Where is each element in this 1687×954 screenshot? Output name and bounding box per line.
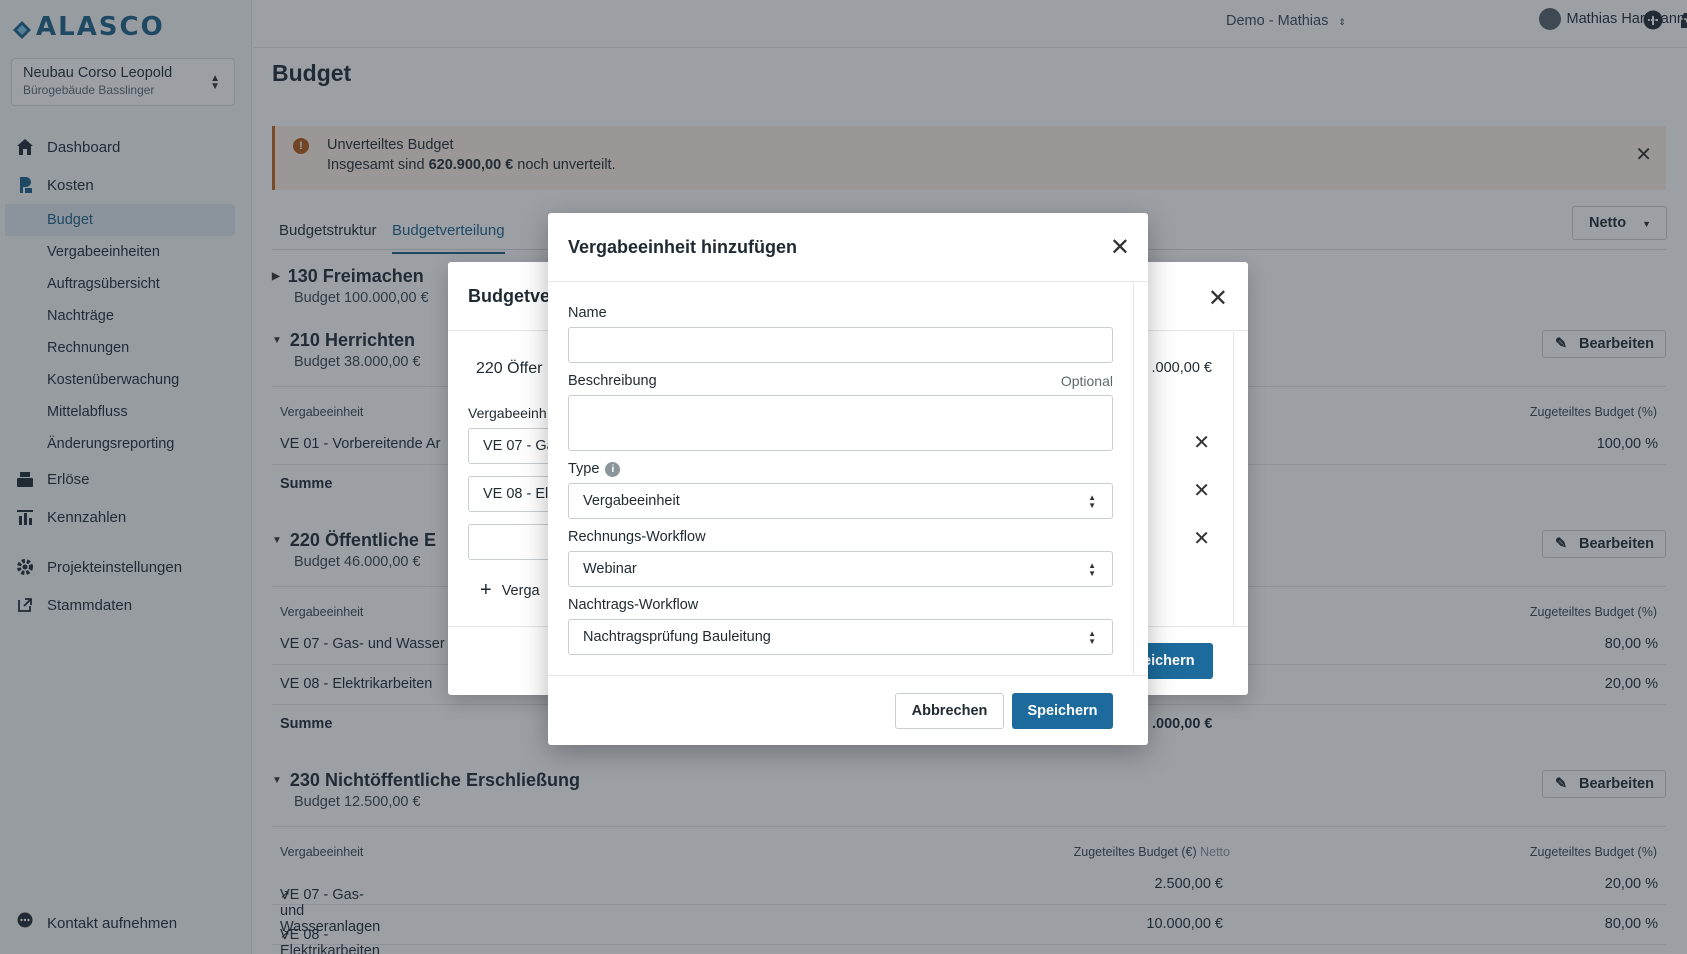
name-input[interactable]: [568, 327, 1113, 363]
change-order-workflow-value: Nachtragsprüfung Bauleitung: [583, 629, 771, 645]
invoice-workflow-label: Rechnungs-Workflow: [568, 529, 706, 545]
divider: [548, 281, 1148, 282]
close-icon[interactable]: ✕: [1110, 233, 1130, 262]
add-ve-button[interactable]: + Verga: [480, 579, 540, 602]
cost-group-amount: .000,00 €: [1151, 360, 1212, 376]
type-value: Vergabeeinheit: [583, 493, 680, 509]
cancel-button[interactable]: Abbrechen: [895, 693, 1004, 729]
chevron-up-down-icon: ▲ ▼: [1088, 629, 1096, 646]
chevron-up-down-icon: ▲ ▼: [1088, 561, 1096, 578]
chevron-up-down-icon: ▲ ▼: [1088, 493, 1096, 510]
save-button[interactable]: Speichern: [1012, 693, 1113, 729]
remove-row-icon[interactable]: ✕: [1193, 430, 1210, 455]
change-order-workflow-label: Nachtrags-Workflow: [568, 597, 699, 613]
close-icon[interactable]: ✕: [1208, 284, 1228, 313]
remove-row-icon[interactable]: ✕: [1193, 478, 1210, 503]
invoice-workflow-value: Webinar: [583, 561, 637, 577]
change-order-workflow-select[interactable]: Nachtragsprüfung Bauleitung ▲ ▼: [568, 619, 1113, 655]
divider: [548, 675, 1148, 676]
description-textarea[interactable]: [568, 395, 1113, 451]
type-label: Type i: [568, 461, 621, 477]
scrollbar[interactable]: [1233, 332, 1234, 626]
description-label: Beschreibung: [568, 373, 657, 389]
invoice-workflow-select[interactable]: Webinar ▲ ▼: [568, 551, 1113, 587]
info-icon[interactable]: i: [605, 462, 621, 477]
ve-label: Vergabeeinh: [468, 405, 547, 421]
plus-icon: +: [480, 579, 492, 601]
type-select[interactable]: Vergabeeinheit ▲ ▼: [568, 483, 1113, 519]
name-label: Name: [568, 305, 607, 321]
add-ve-modal: Vergabeeinheit hinzufügen ✕ Name Beschre…: [548, 213, 1148, 745]
optional-hint: Optional: [1060, 373, 1113, 389]
remove-row-icon[interactable]: ✕: [1193, 526, 1210, 551]
modal-title: Budgetve: [468, 286, 551, 306]
scrollbar[interactable]: [1133, 282, 1134, 674]
cost-group-line: 220 Öffer: [476, 360, 543, 377]
modal-title: Vergabeeinheit hinzufügen: [568, 237, 798, 257]
